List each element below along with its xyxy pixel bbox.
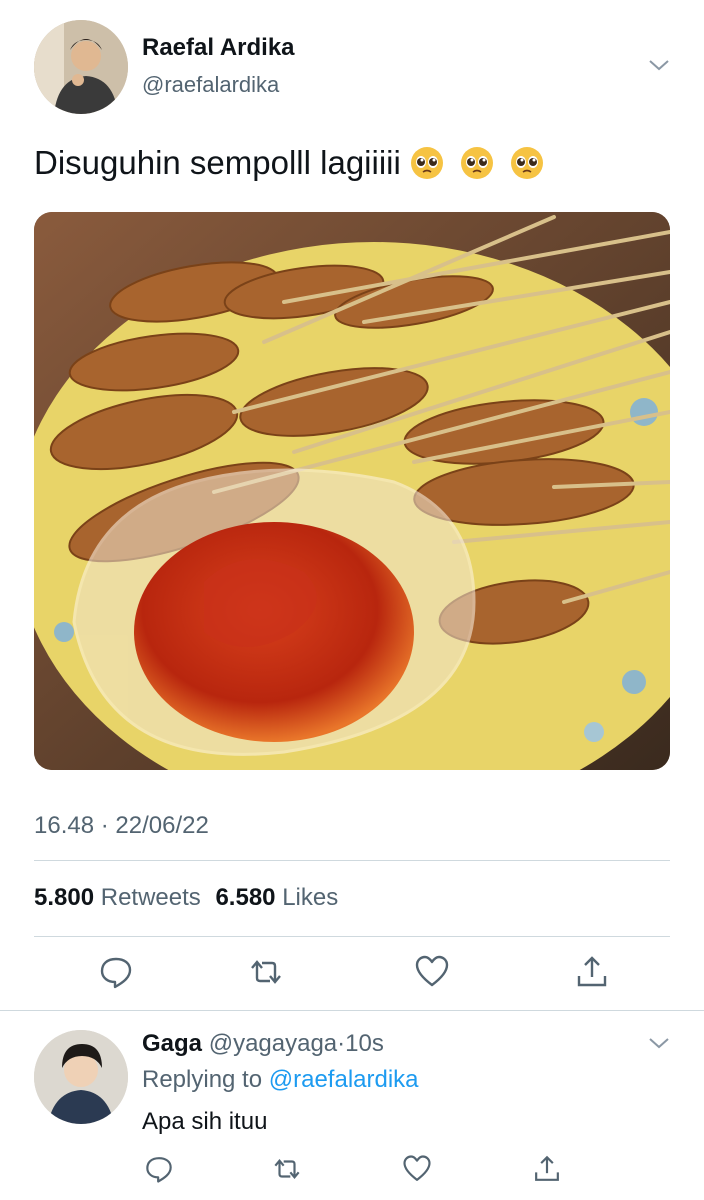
pleading-face-emoji-icon (460, 147, 493, 179)
reply-author-name[interactable]: Gaga (142, 1030, 202, 1057)
reply-author-handle[interactable]: @yagayaga (209, 1030, 337, 1057)
retweet-icon[interactable] (248, 954, 284, 990)
retweets-count[interactable]: 5.800 (34, 884, 94, 911)
like-icon[interactable] (414, 954, 450, 990)
reply-icon[interactable] (98, 954, 134, 990)
divider (34, 936, 670, 937)
author-handle[interactable]: @raefalardika (142, 72, 279, 98)
share-icon[interactable] (574, 954, 610, 990)
divider (34, 860, 670, 861)
likes-label[interactable]: Likes (282, 884, 338, 911)
reply-icon[interactable] (144, 1154, 174, 1184)
replying-prefix: Replying to (142, 1066, 263, 1093)
reply-text: Apa sih ituu (142, 1108, 268, 1135)
pleading-face-emoji-icon (410, 147, 443, 179)
tweet-timestamp[interactable]: 16.48 · 22/06/22 (34, 812, 209, 840)
pleading-face-emoji-icon (510, 147, 543, 179)
author-name[interactable]: Raefal Ardika (142, 34, 295, 62)
divider (0, 1010, 704, 1011)
replying-to-link[interactable]: @raefalardika (269, 1066, 419, 1093)
tweet-text: Disuguhin sempolll lagiiiii (34, 144, 545, 182)
author-avatar[interactable] (34, 20, 128, 114)
reply-author-avatar[interactable] (34, 1030, 128, 1124)
reply-author: Gaga @yagayaga·10s (142, 1030, 384, 1058)
reply-time[interactable]: 10s (345, 1030, 384, 1057)
replying-to: Replying to @raefalardika (142, 1066, 419, 1094)
likes-count[interactable]: 6.580 (215, 884, 275, 911)
chevron-down-icon[interactable] (648, 58, 670, 72)
separator: · (337, 1030, 346, 1057)
tweet-stats: 5.800 Retweets 6.580 Likes (34, 884, 338, 912)
chevron-down-icon[interactable] (648, 1036, 670, 1050)
tweet-photo[interactable] (34, 212, 670, 770)
share-icon[interactable] (532, 1154, 562, 1184)
retweets-label[interactable]: Retweets (101, 884, 201, 911)
like-icon[interactable] (402, 1154, 432, 1184)
tweet-body: Disuguhin sempolll lagiiiii (34, 144, 401, 181)
retweet-icon[interactable] (272, 1154, 302, 1184)
